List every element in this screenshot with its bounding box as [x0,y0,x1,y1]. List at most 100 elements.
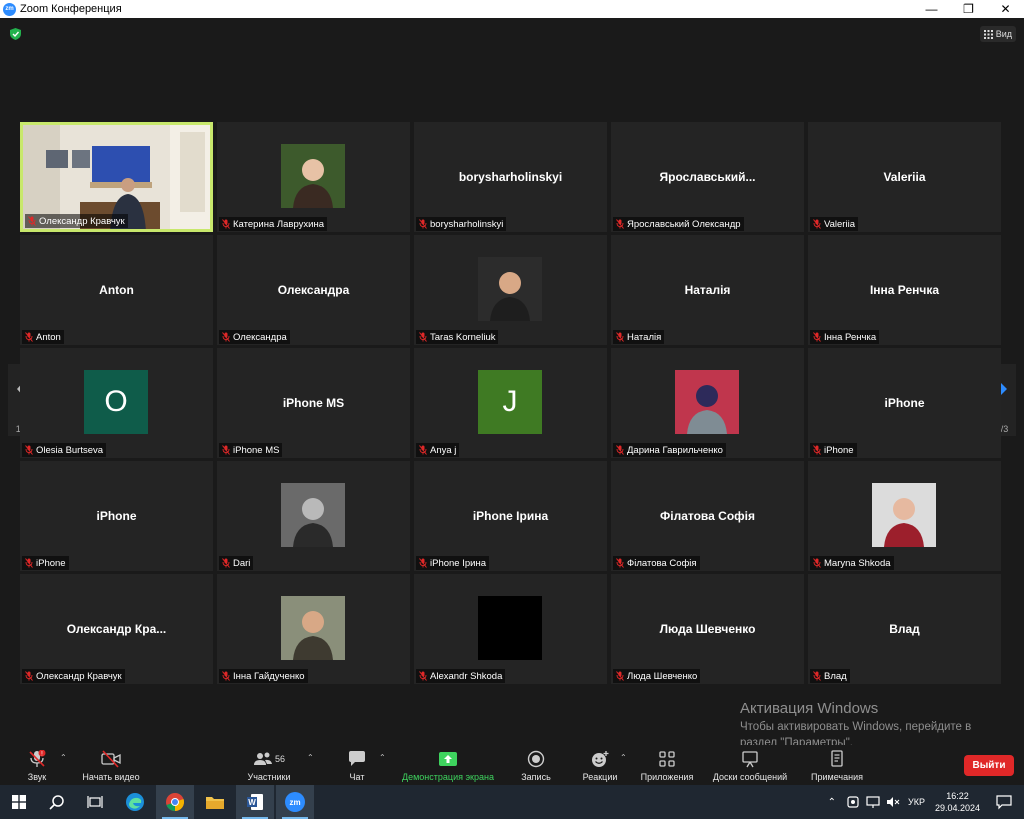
participant-tile[interactable]: borysharholinskyi borysharholinskyi [414,122,607,232]
participant-avatar [675,370,739,434]
participant-tile[interactable]: Філатова Софія Філатова Софія [611,461,804,571]
participant-tile[interactable]: Valeriia Valeriia [808,122,1001,232]
participant-name: iPhone MS [233,444,280,456]
participant-name: iPhone Ірина [430,557,486,569]
apps-label: Приложения [640,772,694,782]
participant-tile[interactable]: Олександр Кравчук [20,122,213,232]
participant-tile[interactable]: iPhone Ірина iPhone Ірина [414,461,607,571]
participant-name: Олександра [233,331,287,343]
participants-options-caret-icon[interactable]: ⌃ [307,753,314,762]
participant-tile[interactable]: iPhone iPhone [20,461,213,571]
participant-tile[interactable]: Влад Влад [808,574,1001,684]
show-hidden-icons-caret-icon[interactable]: ⌃ [828,797,836,808]
participant-tile[interactable]: iPhone iPhone [808,348,1001,458]
exit-meeting-button[interactable]: Выйти [964,755,1014,776]
participant-tile[interactable]: Катерина Лаврухина [217,122,410,232]
security-shield-icon[interactable] [10,28,21,40]
muted-mic-icon [419,671,427,681]
participant-name: iPhone [36,557,66,569]
participant-tile[interactable]: Дарина Гаврильченко [611,348,804,458]
participant-tile[interactable]: J Anya j [414,348,607,458]
search-button[interactable] [38,785,76,819]
reactions-options-caret-icon[interactable]: ⌃ [620,753,627,762]
taskbar-file-explorer[interactable] [196,785,234,819]
record-button[interactable]: Запись [518,745,554,785]
share-screen-button[interactable]: Демонстрация экрана [398,745,498,785]
participant-name-label: Olesia Burtseva [22,443,107,457]
muted-mic-icon [25,558,33,568]
participant-name-label: Олександр Кравчук [25,214,128,228]
start-video-button[interactable]: Начать видео [80,745,142,785]
participant-tile[interactable]: Anton Anton [20,235,213,345]
taskbar-word[interactable]: W [236,785,274,819]
participant-tile[interactable]: Олександр Кра... Олександр Кравчук [20,574,213,684]
chat-options-caret-icon[interactable]: ⌃ [379,753,386,762]
participant-name-label: borysharholinskyi [416,217,507,231]
participant-tile[interactable]: O Olesia Burtseva [20,348,213,458]
view-label: Вид [995,29,1012,39]
participant-tile[interactable]: Taras Korneliuk [414,235,607,345]
participants-button[interactable]: 56 Участники [244,745,294,785]
participant-tile[interactable]: Інна Ренчка Інна Ренчка [808,235,1001,345]
participant-tile[interactable]: Наталія Наталія [611,235,804,345]
participant-name: Anya j [430,444,457,456]
muted-mic-icon [616,332,624,342]
participant-tile[interactable]: Dari [217,461,410,571]
record-label: Запись [521,772,551,782]
apps-icon [659,751,675,767]
participant-tile[interactable]: Ярославський... Ярославський Олександр [611,122,804,232]
search-icon [49,795,64,810]
participant-tile[interactable]: Maryna Shkoda [808,461,1001,571]
security-tray-icon[interactable] [846,795,860,809]
close-button[interactable]: ✕ [987,0,1024,18]
muted-mic-icon [813,332,821,342]
participant-tile[interactable]: Alexandr Shkoda [414,574,607,684]
participant-tile[interactable]: Люда Шевченко Люда Шевченко [611,574,804,684]
clock[interactable]: 16:22 29.04.2024 [935,790,980,814]
participant-name-label: Ярославський Олександр [613,217,744,231]
muted-mic-icon [25,332,33,342]
zoom-logo-icon: zm [3,2,16,16]
participant-tile[interactable]: iPhone MS iPhone MS [217,348,410,458]
participant-name-label: Інна Ренчка [810,330,880,344]
apps-button[interactable]: Приложения [637,745,697,785]
notes-button[interactable]: Примечания [806,745,868,785]
minimize-button[interactable]: — [913,0,950,18]
audio-options-caret-icon[interactable]: ⌃ [60,753,67,762]
participant-name-label: Філатова Софія [613,556,700,570]
volume-muted-icon[interactable] [886,795,900,809]
network-icon[interactable] [866,795,880,809]
participant-display-name: Anton [99,283,134,297]
notifications-icon[interactable] [996,794,1012,810]
participant-grid: Олександр Кравчук Катерина Лаврухина borys… [20,122,1004,685]
muted-mic-icon [419,332,427,342]
grid-icon [983,29,993,39]
reactions-button[interactable]: Реакции [580,745,620,785]
participant-display-name: Олександр Кра... [66,622,167,636]
participant-tile[interactable]: Олександра Олександра [217,235,410,345]
restore-button[interactable]: ❐ [950,0,987,18]
taskbar-edge[interactable] [116,785,154,819]
participant-display-name: Олександра [277,283,350,297]
view-button[interactable]: Вид [979,26,1016,42]
svg-text:W: W [248,798,256,807]
participant-tile[interactable]: Інна Гайдученко [217,574,410,684]
clock-date: 29.04.2024 [934,803,980,813]
taskbar-chrome[interactable] [156,785,194,819]
participant-name-label: Олександра [219,330,290,344]
zoom-app-icon: zm [285,792,305,812]
taskbar-zoom[interactable]: zm [276,785,314,819]
participant-initial-avatar: J [478,370,542,434]
muted-mic-icon [222,671,230,681]
chat-button[interactable]: Чат [344,745,370,785]
audio-button[interactable]: ! Звук [22,745,52,785]
participant-name: Ярославський Олександр [627,218,741,230]
start-button[interactable] [0,785,38,819]
muted-mic-icon [28,216,36,226]
whiteboards-button[interactable]: Доски сообщений [708,745,792,785]
task-view-button[interactable] [76,785,114,819]
input-language[interactable]: УКР [908,797,925,807]
muted-mic-icon [419,219,427,229]
windows-activation-watermark: Активация Windows Чтобы активировать Win… [740,700,971,751]
muted-mic-icon [222,558,230,568]
